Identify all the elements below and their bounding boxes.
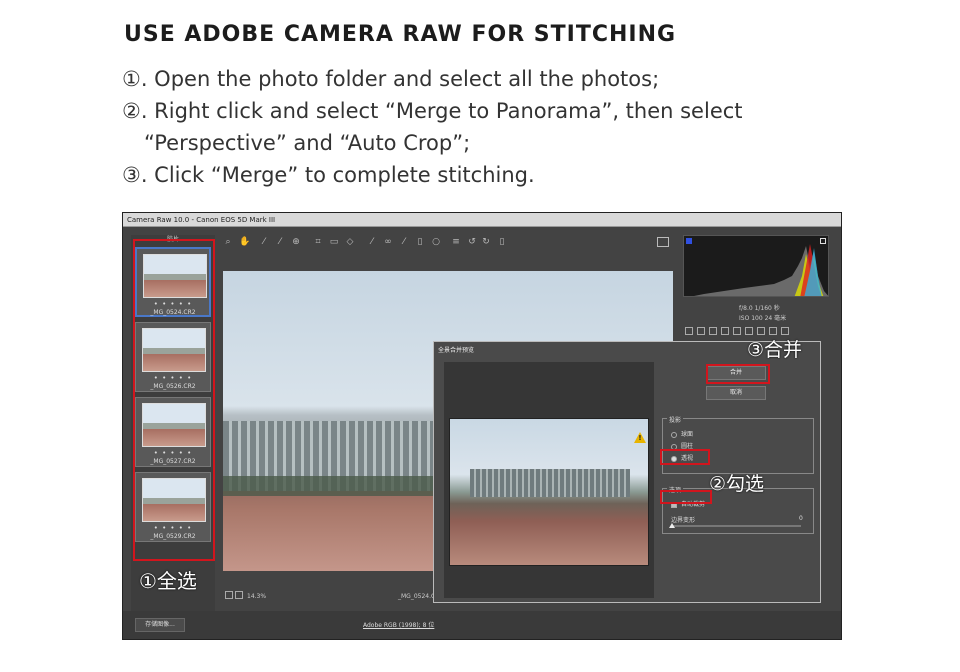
camera-raw-screenshot: Camera Raw 10.0 - Canon EOS 5D Mark III … [122, 212, 842, 640]
merge-annotation: ③合并 [747, 339, 803, 361]
hsl-tab-icon[interactable] [721, 327, 729, 335]
camera-info: f/8.0 1/160 秒 ISO 100 24 毫米 [683, 299, 829, 325]
detail-tab-icon[interactable] [709, 327, 717, 335]
brush-icon[interactable]: ⁄ [399, 237, 409, 247]
info-iso: ISO 100 24 毫米 [739, 315, 787, 322]
lens-tab-icon[interactable] [745, 327, 753, 335]
target-adjust-icon[interactable]: ⊕ [291, 237, 301, 247]
zoom-out-button[interactable] [225, 591, 233, 599]
save-image-button[interactable]: 存储图像... [135, 618, 185, 632]
auto-crop-highlight [660, 490, 712, 504]
projection-group: 投影 球面 圆柱 透视 [662, 415, 814, 474]
step-2: ②. Right click and select “Merge to Pano… [122, 99, 743, 123]
workflow-options-link[interactable]: Adobe RGB (1998); 8 位 [363, 620, 434, 629]
presets-tab-icon[interactable] [781, 327, 789, 335]
color-sampler-icon[interactable]: ⁄ [275, 237, 285, 247]
instruction-steps: ①. Open the photo folder and select all … [122, 63, 842, 191]
trash-icon[interactable]: ▯ [497, 237, 507, 247]
histogram [683, 235, 829, 297]
rotate-left-icon[interactable]: ↺ [467, 237, 477, 247]
window-titlebar: Camera Raw 10.0 - Canon EOS 5D Mark III [123, 213, 841, 227]
boundary-warp-slider[interactable] [671, 525, 801, 527]
panorama-preview-image [449, 418, 649, 566]
dialog-title: 全景合并预览 [438, 347, 475, 354]
page-title: USE ADOBE CAMERA RAW FOR STITCHING [124, 22, 677, 47]
transform-icon[interactable]: ◇ [345, 237, 355, 247]
step-1: ①. Open the photo folder and select all … [122, 67, 660, 91]
effects-tab-icon[interactable] [757, 327, 765, 335]
histogram-graph [694, 244, 828, 296]
straighten-icon[interactable]: ▭ [329, 237, 339, 247]
hand-icon[interactable]: ✋ [239, 237, 250, 247]
check-annotation: ②勾选 [709, 473, 765, 495]
perspective-highlight [660, 449, 710, 465]
bottom-bar: 存储图像... Adobe RGB (1998); 8 位 [123, 611, 841, 639]
fullscreen-icon[interactable] [657, 237, 669, 247]
calibration-tab-icon[interactable] [769, 327, 777, 335]
projection-label: 投影 [667, 415, 684, 424]
eyedropper-icon[interactable]: ⁄ [259, 237, 269, 247]
tone-curve-tab-icon[interactable] [697, 327, 705, 335]
spot-removal-icon[interactable]: ⁄ [367, 237, 377, 247]
warning-mark: ! [638, 434, 642, 442]
toolbar: ⌕ ✋ ⁄ ⁄ ⊕ ⌗ ▭ ◇ ⁄ ∞ ⁄ ▯ ○ ≡ ↺ ↻ ▯ [223, 237, 683, 251]
radio-dot [671, 431, 677, 438]
zoom-level[interactable]: 14.3% [247, 593, 266, 600]
shadow-clip-icon[interactable] [686, 238, 692, 244]
select-all-annotation: ①全选 [139, 569, 197, 593]
rotate-right-icon[interactable]: ↻ [481, 237, 491, 247]
panorama-building [470, 469, 630, 497]
radio-spherical[interactable]: 球面 [671, 429, 693, 438]
red-eye-icon[interactable]: ∞ [383, 237, 393, 247]
zoom-in-button[interactable] [235, 591, 243, 599]
crop-icon[interactable]: ⌗ [313, 237, 323, 247]
merge-highlight [706, 364, 770, 384]
cancel-button[interactable]: 取消 [706, 386, 766, 400]
panorama-preview-area: ! [444, 362, 654, 598]
basic-tab-icon[interactable] [685, 327, 693, 335]
preferences-icon[interactable]: ≡ [451, 237, 461, 247]
step-2-continued: “Perspective” and “Auto Crop”; [144, 131, 471, 155]
select-all-highlight [133, 239, 215, 561]
step-3: ③. Click “Merge” to complete stitching. [122, 163, 535, 187]
boundary-warp-slider-thumb[interactable] [669, 523, 675, 528]
radial-filter-icon[interactable]: ○ [431, 237, 441, 247]
boundary-warp-value: 0 [799, 515, 803, 522]
info-exposure: f/8.0 1/160 秒 [739, 305, 780, 312]
split-toning-tab-icon[interactable] [733, 327, 741, 335]
graduated-filter-icon[interactable]: ▯ [415, 237, 425, 247]
radio-label: 球面 [681, 431, 694, 438]
zoom-icon[interactable]: ⌕ [223, 237, 233, 247]
highlight-clip-icon[interactable] [820, 238, 826, 244]
